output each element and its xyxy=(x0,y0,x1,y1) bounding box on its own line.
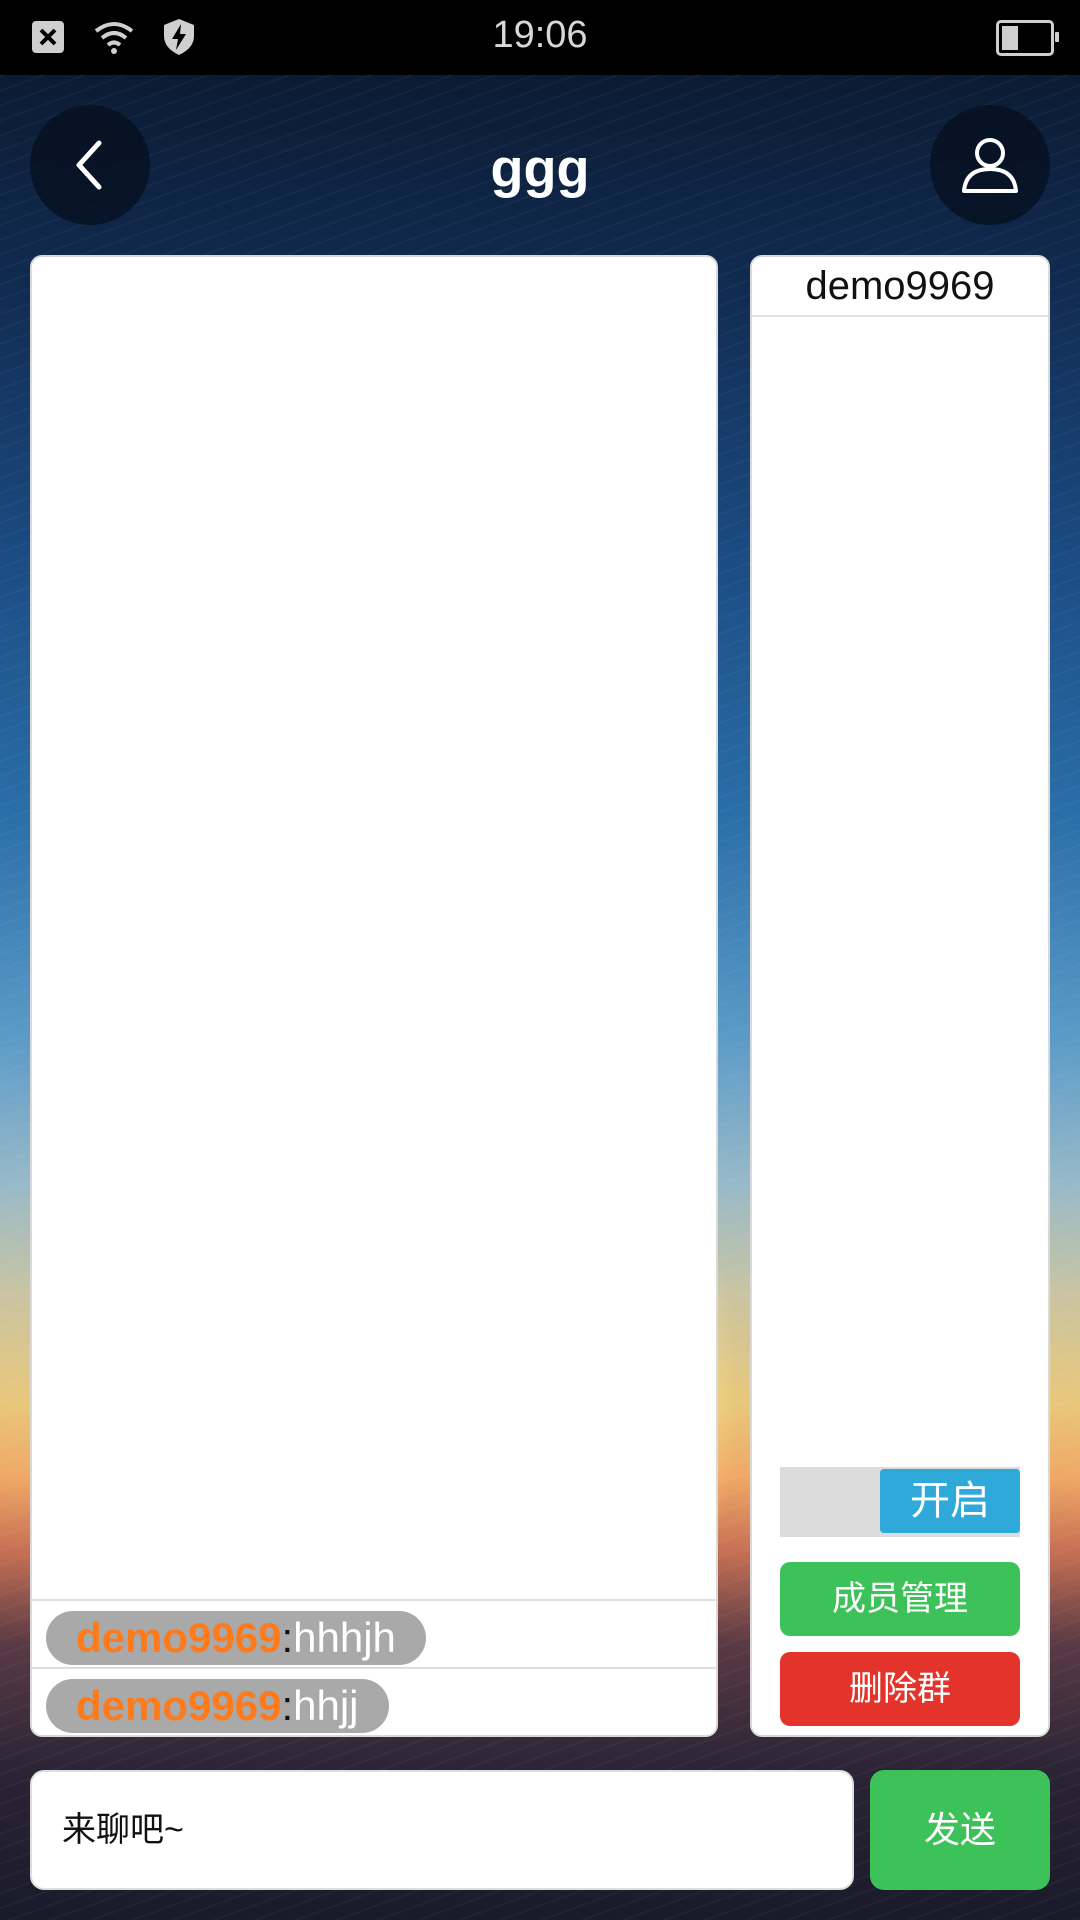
message-list: demo9969: hhhjh demo9969: hhjj xyxy=(32,1599,716,1735)
message-bubble: demo9969: hhhjh xyxy=(46,1611,426,1665)
status-bar: 19:06 xyxy=(0,0,1080,75)
message-input[interactable]: 来聊吧~ xyxy=(30,1770,854,1890)
message-row: demo9969: hhhjh xyxy=(32,1599,716,1667)
member-item[interactable]: demo9969 xyxy=(752,257,1048,317)
user-icon xyxy=(962,138,1018,193)
send-button[interactable]: 发送 xyxy=(870,1770,1050,1890)
chat-message-panel[interactable]: demo9969: hhhjh demo9969: hhjj xyxy=(30,255,718,1737)
message-row: demo9969: hhjj xyxy=(32,1667,716,1735)
member-management-button[interactable]: 成员管理 xyxy=(780,1562,1020,1636)
battery-level xyxy=(1002,26,1018,50)
battery-icon xyxy=(996,20,1059,56)
profile-button[interactable] xyxy=(930,105,1050,225)
message-bubble: demo9969: hhjj xyxy=(46,1679,389,1733)
message-separator: : xyxy=(281,1682,294,1729)
group-toggle[interactable]: 开启 xyxy=(780,1467,1020,1537)
message-text: hhhjh xyxy=(293,1614,396,1661)
message-separator: : xyxy=(281,1614,294,1661)
message-username: demo9969 xyxy=(76,1682,282,1729)
page-title: ggg xyxy=(490,139,590,199)
toggle-on-label: 开启 xyxy=(880,1469,1020,1533)
status-time: 19:06 xyxy=(492,14,588,56)
message-text: hhjj xyxy=(293,1682,359,1729)
message-username: demo9969 xyxy=(76,1614,282,1661)
delete-group-button[interactable]: 删除群 xyxy=(780,1652,1020,1726)
member-panel: demo9969 开启 成员管理 删除群 xyxy=(750,255,1050,1737)
